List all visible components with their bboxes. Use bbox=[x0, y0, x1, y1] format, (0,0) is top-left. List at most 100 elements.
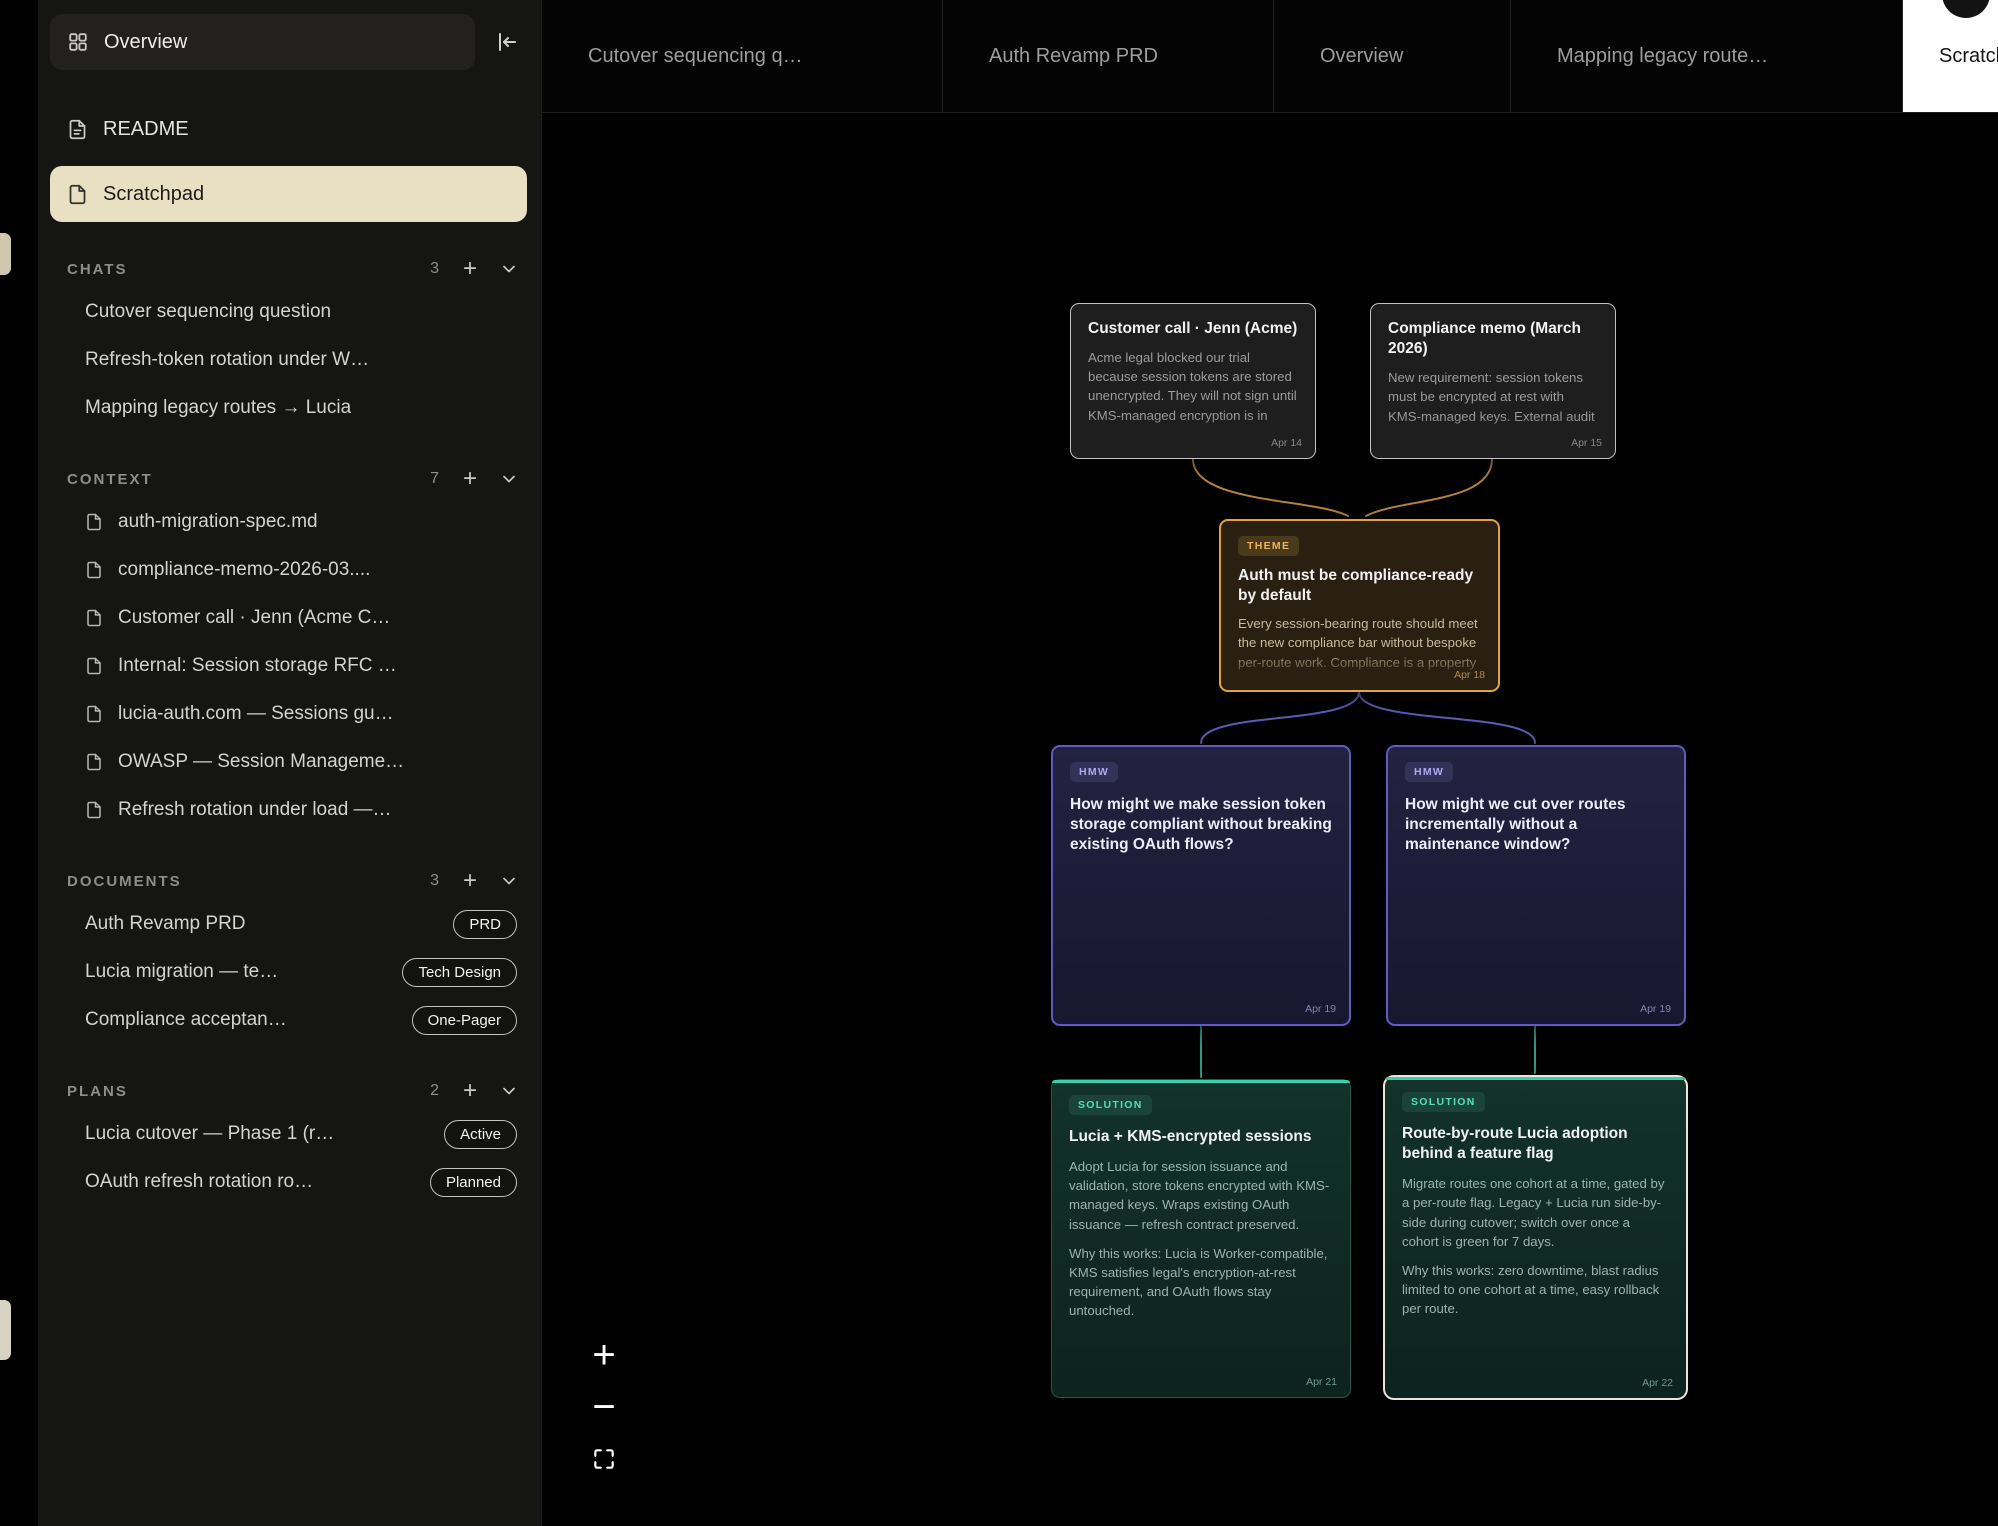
left-rail bbox=[0, 0, 38, 1526]
chevron-down-icon[interactable] bbox=[499, 259, 519, 279]
document-item[interactable]: Lucia migration — te…Tech Design bbox=[50, 948, 527, 996]
section-title: PLANS bbox=[67, 1083, 128, 1100]
card-date: Apr 14 bbox=[1271, 437, 1302, 449]
section-header-chats: CHATS 3 + bbox=[50, 250, 527, 288]
zoom-out-button[interactable]: − bbox=[586, 1389, 622, 1425]
tab-cutover-sequencing[interactable]: Cutover sequencing q… bbox=[542, 0, 943, 112]
tab-mapping-legacy-routes[interactable]: Mapping legacy route… bbox=[1511, 0, 1903, 112]
document-type-badge: One-Pager bbox=[412, 1006, 517, 1035]
file-icon bbox=[85, 561, 103, 579]
solution-badge: SOLUTION bbox=[1069, 1095, 1152, 1115]
add-context-icon[interactable]: + bbox=[463, 467, 477, 491]
chevron-down-icon[interactable] bbox=[499, 469, 519, 489]
file-icon bbox=[67, 184, 88, 205]
context-card-compliance-memo[interactable]: Compliance memo (March 2026) New require… bbox=[1370, 303, 1616, 459]
context-item[interactable]: Internal: Session storage RFC … bbox=[50, 642, 527, 690]
hmw-card-session-storage[interactable]: HMW How might we make session token stor… bbox=[1051, 745, 1351, 1026]
hmw-card-incremental-cutover[interactable]: HMW How might we cut over routes increme… bbox=[1386, 745, 1686, 1026]
add-chat-icon[interactable]: + bbox=[463, 257, 477, 281]
zoom-controls: + − bbox=[586, 1337, 622, 1477]
plan-item[interactable]: Lucia cutover — Phase 1 (r…Active bbox=[50, 1110, 527, 1158]
file-icon bbox=[85, 705, 103, 723]
tab-bar: Cutover sequencing q… Auth Revamp PRD Ov… bbox=[542, 0, 1998, 113]
card-title: How might we cut over routes incremental… bbox=[1405, 795, 1667, 855]
solution-card-route-by-route[interactable]: SOLUTION Route-by-route Lucia adoption b… bbox=[1383, 1075, 1688, 1400]
plan-status-badge: Planned bbox=[430, 1168, 517, 1197]
card-body: Acme legal blocked our trial because ses… bbox=[1088, 348, 1298, 425]
context-item[interactable]: Customer call · Jenn (Acme C… bbox=[50, 594, 527, 642]
canvas[interactable]: Customer call · Jenn (Acme) Acme legal b… bbox=[542, 112, 1998, 1526]
sidebar-item-scratchpad[interactable]: Scratchpad bbox=[50, 166, 527, 222]
theme-badge: THEME bbox=[1238, 536, 1299, 556]
collapse-sidebar-icon[interactable] bbox=[495, 30, 519, 54]
pinned-tab-handle-bottom[interactable] bbox=[0, 1300, 11, 1360]
card-title: Lucia + KMS-encrypted sessions bbox=[1069, 1127, 1333, 1147]
chevron-down-icon[interactable] bbox=[499, 871, 519, 891]
document-type-badge: PRD bbox=[453, 910, 517, 939]
card-title: Route-by-route Lucia adoption behind a f… bbox=[1402, 1124, 1669, 1164]
overview-label: Overview bbox=[104, 31, 187, 54]
section-count: 3 bbox=[430, 260, 439, 278]
app-root: Overview README Scratchpad CHATS 3 + Cut bbox=[0, 0, 1998, 1526]
card-date: Apr 15 bbox=[1571, 437, 1602, 449]
card-title: Auth must be compliance-ready by default bbox=[1238, 566, 1481, 606]
chevron-down-icon[interactable] bbox=[499, 1081, 519, 1101]
document-type-badge: Tech Design bbox=[402, 958, 517, 987]
sidebar: Overview README Scratchpad CHATS 3 + Cut bbox=[38, 0, 542, 1526]
chat-item[interactable]: Refresh-token rotation under W… bbox=[50, 336, 527, 384]
fit-view-icon[interactable] bbox=[586, 1441, 622, 1477]
section-title: CHATS bbox=[67, 261, 128, 278]
file-icon bbox=[85, 801, 103, 819]
grid-icon bbox=[67, 31, 89, 53]
card-title: How might we make session token storage … bbox=[1070, 795, 1332, 855]
document-item[interactable]: Compliance acceptan…One-Pager bbox=[50, 996, 527, 1044]
context-card-customer-call[interactable]: Customer call · Jenn (Acme) Acme legal b… bbox=[1070, 303, 1316, 459]
section-title: DOCUMENTS bbox=[67, 873, 182, 890]
context-item[interactable]: compliance-memo-2026-03.... bbox=[50, 546, 527, 594]
section-count: 3 bbox=[430, 872, 439, 890]
theme-card[interactable]: THEME Auth must be compliance-ready by d… bbox=[1219, 519, 1500, 692]
sidebar-item-overview[interactable]: Overview bbox=[50, 14, 475, 70]
document-item[interactable]: Auth Revamp PRDPRD bbox=[50, 900, 527, 948]
avatar[interactable] bbox=[1942, 0, 1990, 18]
tab-scratchpad-active[interactable]: Scratchpad bbox=[1903, 0, 1998, 112]
section-count: 7 bbox=[430, 470, 439, 488]
tab-overview[interactable]: Overview bbox=[1274, 0, 1511, 112]
solution-badge: SOLUTION bbox=[1402, 1092, 1485, 1112]
plan-status-badge: Active bbox=[444, 1120, 517, 1149]
pinned-tab-handle-top[interactable] bbox=[0, 233, 11, 275]
section-header-plans: PLANS 2 + bbox=[50, 1072, 527, 1110]
solution-card-lucia-kms[interactable]: SOLUTION Lucia + KMS-encrypted sessions … bbox=[1051, 1079, 1351, 1398]
card-title: Customer call · Jenn (Acme) bbox=[1088, 319, 1298, 339]
context-item[interactable]: Refresh rotation under load —… bbox=[50, 786, 527, 834]
zoom-in-button[interactable]: + bbox=[586, 1337, 622, 1373]
readme-label: README bbox=[103, 118, 189, 141]
add-plan-icon[interactable]: + bbox=[463, 1079, 477, 1103]
card-body: Adopt Lucia for session issuance and val… bbox=[1069, 1157, 1333, 1234]
context-item[interactable]: lucia-auth.com — Sessions gu… bbox=[50, 690, 527, 738]
card-body: Why this works: zero downtime, blast rad… bbox=[1402, 1261, 1669, 1318]
file-icon bbox=[85, 609, 103, 627]
card-body: Why this works: Lucia is Worker-compatib… bbox=[1069, 1244, 1333, 1321]
add-document-icon[interactable]: + bbox=[463, 869, 477, 893]
file-icon bbox=[85, 657, 103, 675]
section-title: CONTEXT bbox=[67, 471, 153, 488]
card-date: Apr 19 bbox=[1305, 1003, 1336, 1015]
context-item[interactable]: OWASP — Session Manageme… bbox=[50, 738, 527, 786]
section-header-context: CONTEXT 7 + bbox=[50, 460, 527, 498]
plan-item[interactable]: OAuth refresh rotation ro…Planned bbox=[50, 1158, 527, 1206]
chat-item[interactable]: Mapping legacy routes → Lucia bbox=[50, 384, 527, 432]
file-icon bbox=[85, 753, 103, 771]
document-icon bbox=[67, 119, 88, 140]
sidebar-header: Overview bbox=[50, 14, 527, 70]
card-body: Migrate routes one cohort at a time, gat… bbox=[1402, 1174, 1669, 1251]
accent-bar bbox=[1052, 1080, 1350, 1083]
card-date: Apr 19 bbox=[1640, 1003, 1671, 1015]
hmw-badge: HMW bbox=[1405, 762, 1453, 782]
section-header-documents: DOCUMENTS 3 + bbox=[50, 862, 527, 900]
section-count: 2 bbox=[430, 1082, 439, 1100]
tab-auth-revamp-prd[interactable]: Auth Revamp PRD bbox=[943, 0, 1274, 112]
sidebar-item-readme[interactable]: README bbox=[50, 104, 527, 154]
context-item[interactable]: auth-migration-spec.md bbox=[50, 498, 527, 546]
chat-item[interactable]: Cutover sequencing question bbox=[50, 288, 527, 336]
